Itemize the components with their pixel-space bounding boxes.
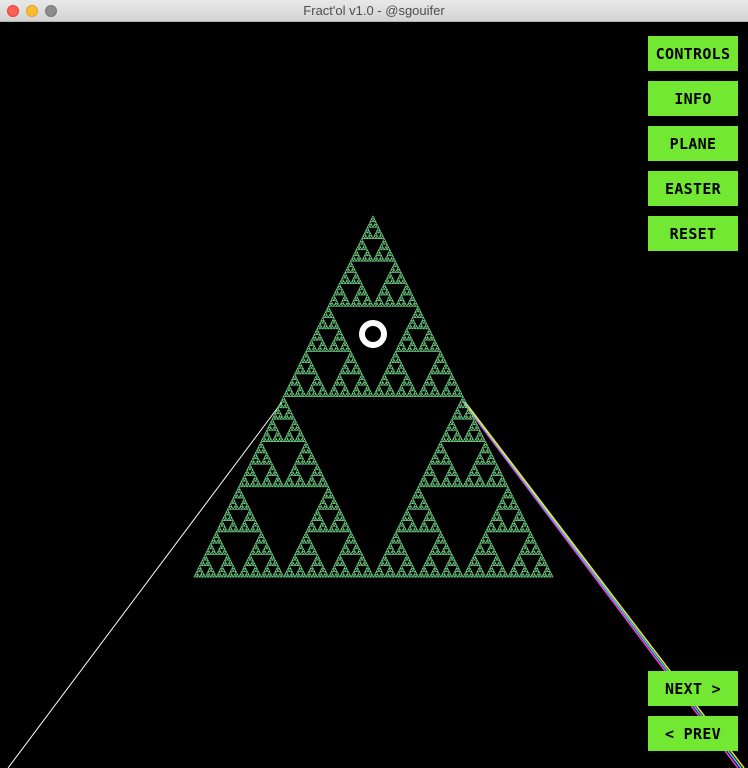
perspective-line-right-cyan	[463, 401, 742, 768]
fractal-canvas[interactable]	[0, 22, 748, 768]
prev-button[interactable]: < PREV	[648, 716, 738, 751]
title-bar: Fract'ol v1.0 - @sgouifer	[0, 0, 748, 22]
window-title: Fract'ol v1.0 - @sgouifer	[303, 3, 445, 18]
reset-button[interactable]: RESET	[648, 216, 738, 251]
fractal-render	[7, 215, 745, 768]
sierpinski-triangle	[193, 215, 554, 578]
cursor-ring-icon	[359, 320, 387, 348]
plane-button[interactable]: PLANE	[648, 126, 738, 161]
controls-button[interactable]: CONTROLS	[648, 36, 738, 71]
easter-button[interactable]: EASTER	[648, 171, 738, 206]
perspective-line-left	[7, 401, 283, 768]
info-button[interactable]: INFO	[648, 81, 738, 116]
app-window: Fract'ol v1.0 - @sgouifer CONTROLS INFO …	[0, 0, 748, 768]
next-button[interactable]: NEXT >	[648, 671, 738, 706]
perspective-line-right-magenta	[462, 401, 739, 768]
perspective-line-right-yellow	[464, 401, 745, 768]
sierpinski-edges	[193, 215, 554, 578]
